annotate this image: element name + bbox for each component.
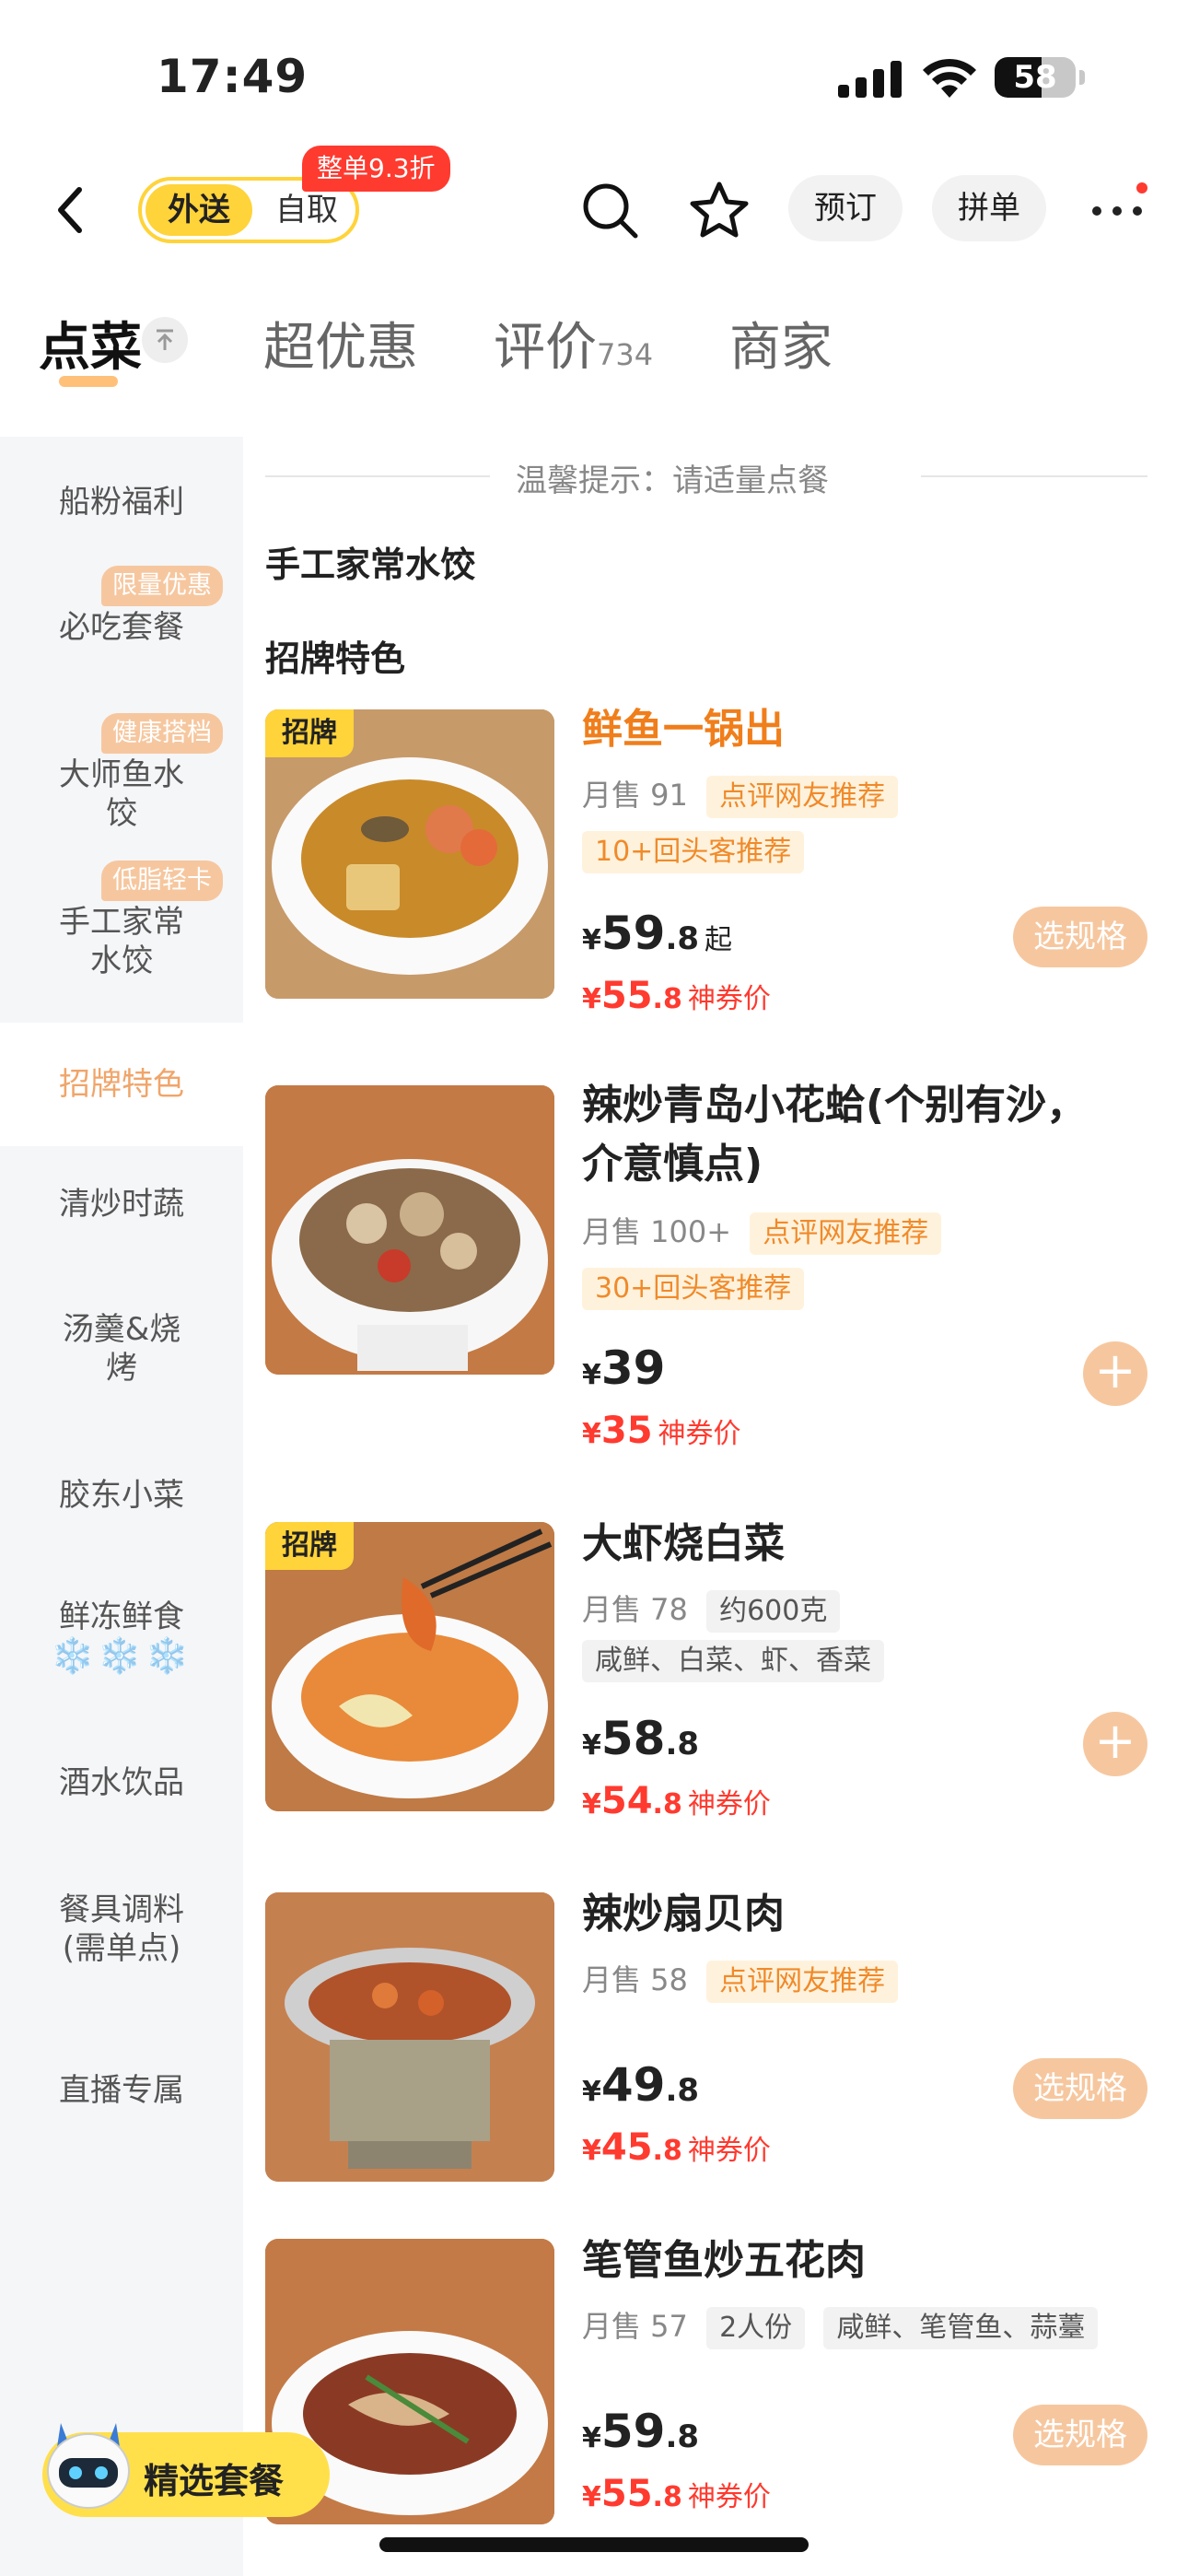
dish-price: ¥59.8 起 xyxy=(582,907,733,960)
dish-image[interactable] xyxy=(265,1085,554,1375)
wifi-icon xyxy=(923,58,976,98)
sidebar-item[interactable]: 直播专属 xyxy=(0,2071,243,2110)
pickup-option[interactable]: 自取 xyxy=(256,184,357,236)
sidebar-item[interactable]: 餐具调料(需单点) xyxy=(0,1891,243,1968)
discount-badge: 整单9.3折 xyxy=(302,146,450,192)
portion-tag: 2人份 xyxy=(706,2307,806,2349)
sidebar-item[interactable]: 手工家常水饺 xyxy=(0,903,243,980)
tip-notice: 温馨提示：请适量点餐 xyxy=(516,463,829,499)
group-order-button[interactable]: 拼单 xyxy=(932,175,1046,241)
dish-meta: 月售 91 点评网友推荐 xyxy=(582,772,899,818)
robot-mascot-icon xyxy=(47,2423,130,2509)
coupon-price: ¥54.8 神券价 xyxy=(582,1780,771,1822)
dish-name[interactable]: 鲜鱼一锅出 xyxy=(582,700,1107,759)
signature-badge: 招牌 xyxy=(265,709,354,757)
featured-combo-label: 精选套餐 xyxy=(144,2461,285,2501)
dish-name[interactable]: 辣炒扇贝肉 xyxy=(582,1885,1107,1944)
category-tag: 健康搭档 xyxy=(101,713,223,754)
status-bar: 17:49 58 xyxy=(0,0,1188,147)
review-count: 734 xyxy=(597,337,654,372)
home-indicator[interactable] xyxy=(379,2537,809,2552)
flavor-tag: 咸鲜、白菜、虾、香菜 xyxy=(582,1640,884,1682)
coupon-price: ¥55.8 神券价 xyxy=(582,2473,771,2515)
coupon-price: ¥35 神券价 xyxy=(582,1410,741,1452)
search-icon[interactable] xyxy=(578,179,643,243)
category-tag: 限量优惠 xyxy=(101,566,223,606)
tab-deals[interactable]: 超优惠 xyxy=(263,306,418,381)
dish-meta: 月售 57 2人份 咸鲜、笔管鱼、蒜薹 xyxy=(582,2303,1099,2349)
dish-meta: 月售 100+ 点评网友推荐 xyxy=(582,1209,942,1255)
pin-top-icon[interactable] xyxy=(142,317,188,363)
select-spec-button[interactable]: 选规格 xyxy=(1013,907,1147,967)
repeat-customer-tag: 30+回头客推荐 xyxy=(582,1268,805,1310)
battery-level: 58 xyxy=(1013,59,1057,96)
section-heading: 手工家常水饺 xyxy=(265,544,476,585)
dish-price: ¥58.8 xyxy=(582,1712,700,1765)
status-time: 17:49 xyxy=(157,50,309,103)
dish-name[interactable]: 辣炒青岛小花蛤(个别有沙，介意慎点) xyxy=(582,1076,1107,1194)
star-icon[interactable] xyxy=(687,179,751,243)
coupon-price: ¥45.8 神券价 xyxy=(582,2126,771,2169)
dish-name[interactable]: 笔管鱼炒五花肉 xyxy=(582,2231,1107,2290)
dish-meta: 咸鲜、白菜、虾、香菜 xyxy=(582,1640,884,1682)
snowflake-icon: ❄️❄️❄️ xyxy=(51,1635,192,1676)
dish-name[interactable]: 大虾烧白菜 xyxy=(582,1515,1107,1574)
dish-price: ¥59.8 xyxy=(582,2405,700,2458)
reserve-button[interactable]: 预订 xyxy=(788,175,903,241)
add-to-cart-button[interactable]: + xyxy=(1083,1712,1147,1776)
recommend-tag: 点评网友推荐 xyxy=(706,776,899,818)
sidebar-item[interactable]: 汤羹&烧烤 xyxy=(0,1310,243,1388)
more-icon[interactable] xyxy=(1087,182,1151,238)
recommend-tag: 点评网友推荐 xyxy=(706,1961,899,2003)
sidebar-item[interactable]: 酒水饮品 xyxy=(0,1763,243,1802)
coupon-price: ¥55.8 神券价 xyxy=(582,975,771,1017)
dish-meta: 30+回头客推荐 xyxy=(582,1268,805,1310)
dish-meta: 月售 78 约600克 xyxy=(582,1587,841,1633)
battery-icon: 58 xyxy=(995,57,1076,98)
tab-order[interactable]: 点菜 xyxy=(39,306,142,381)
dish-meta: 10+回头客推荐 xyxy=(582,831,805,873)
featured-combo-button[interactable]: 精选套餐 xyxy=(42,2423,330,2517)
sidebar-item[interactable]: 鲜冻鲜食 ❄️❄️❄️ xyxy=(0,1598,243,1675)
sidebar-item[interactable]: 清炒时蔬 xyxy=(0,1185,243,1224)
cellular-signal-icon xyxy=(838,61,902,98)
delivery-option[interactable]: 外送 xyxy=(146,184,252,236)
sidebar-item[interactable]: 胶东小菜 xyxy=(0,1476,243,1515)
dish-price: ¥39 xyxy=(582,1341,666,1395)
tab-merchant[interactable]: 商家 xyxy=(729,306,833,381)
sidebar-item-active[interactable]: 招牌特色 xyxy=(0,1023,243,1146)
sidebar-item[interactable]: 大师鱼水饺 xyxy=(0,755,243,833)
recommend-tag: 点评网友推荐 xyxy=(750,1212,942,1255)
notification-dot xyxy=(1136,182,1147,193)
dish-meta: 月售 58 点评网友推荐 xyxy=(582,1957,899,2003)
flavor-tag: 咸鲜、笔管鱼、蒜薹 xyxy=(823,2307,1099,2349)
sidebar-item[interactable]: 船粉福利 xyxy=(0,483,243,538)
tab-reviews[interactable]: 评价734 xyxy=(494,306,653,381)
add-to-cart-button[interactable]: + xyxy=(1083,1341,1147,1406)
back-icon[interactable] xyxy=(48,182,94,238)
section-heading: 招牌特色 xyxy=(265,638,406,679)
signature-badge: 招牌 xyxy=(265,1522,354,1570)
category-tag: 低脂轻卡 xyxy=(101,861,223,901)
tab-active-indicator xyxy=(59,376,118,387)
repeat-customer-tag: 10+回头客推荐 xyxy=(582,831,805,873)
dish-price: ¥49.8 xyxy=(582,2058,700,2112)
sidebar-item[interactable]: 必吃套餐 xyxy=(0,608,243,647)
portion-tag: 约600克 xyxy=(706,1590,841,1633)
select-spec-button[interactable]: 选规格 xyxy=(1013,2405,1147,2465)
category-sidebar: 船粉福利 限量优惠 必吃套餐 健康搭档 大师鱼水饺 低脂轻卡 手工家常水饺 招牌… xyxy=(0,437,243,2576)
select-spec-button[interactable]: 选规格 xyxy=(1013,2058,1147,2119)
dish-image[interactable] xyxy=(265,1892,554,2182)
